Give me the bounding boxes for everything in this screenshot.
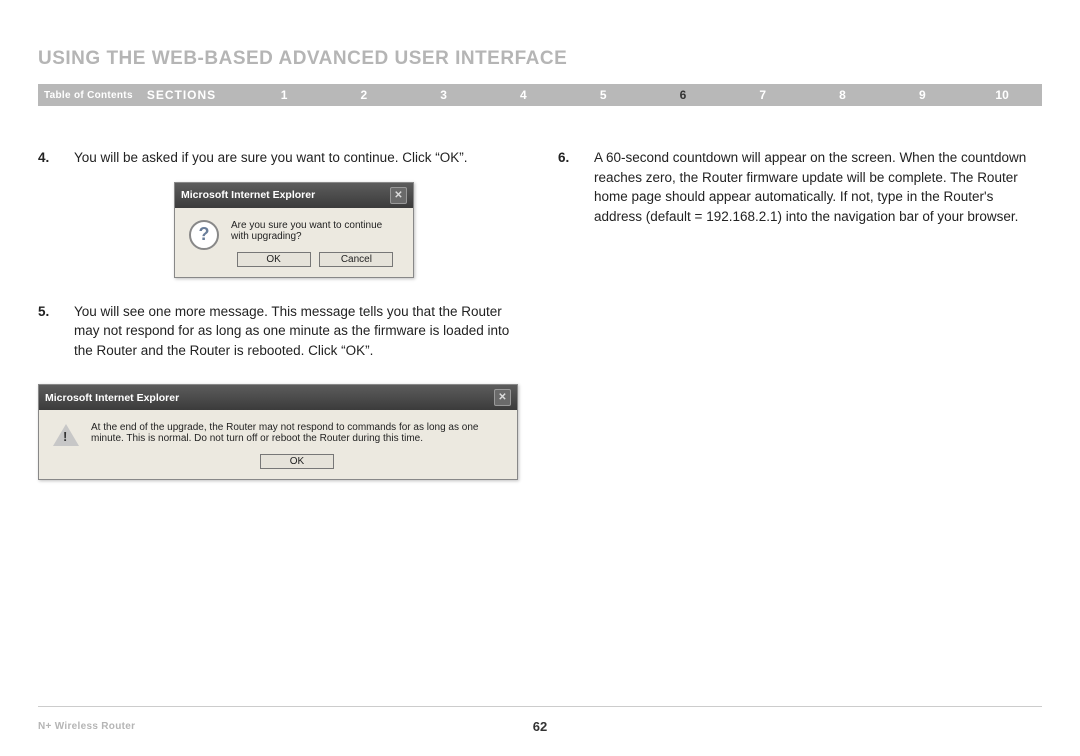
left-column: 4. You will be asked if you are sure you… (38, 148, 522, 480)
page-number: 62 (38, 719, 1042, 734)
step-5: 5. You will see one more message. This m… (38, 302, 522, 361)
dialog-confirm-upgrade: Microsoft Internet Explorer ✕ ? Are you … (174, 182, 414, 278)
step-text: You will see one more message. This mess… (74, 302, 522, 361)
dialog-title: Microsoft Internet Explorer (45, 392, 494, 404)
close-icon[interactable]: ✕ (390, 187, 407, 204)
cancel-button[interactable]: Cancel (319, 252, 393, 267)
warning-icon (53, 424, 79, 446)
ok-button[interactable]: OK (237, 252, 311, 267)
nav-sections-label: SECTIONS (147, 88, 244, 102)
nav-section-4[interactable]: 4 (484, 88, 564, 102)
nav-section-5[interactable]: 5 (563, 88, 643, 102)
step-6: 6. A 60-second countdown will appear on … (558, 148, 1042, 226)
ok-button[interactable]: OK (260, 454, 334, 469)
question-icon: ? (189, 220, 219, 250)
page-footer: N+ Wireless Router 62 (38, 706, 1042, 732)
step-number: 6. (558, 148, 594, 226)
nav-section-3[interactable]: 3 (404, 88, 484, 102)
dialog-message: At the end of the upgrade, the Router ma… (91, 422, 503, 444)
nav-section-6[interactable]: 6 (643, 88, 723, 102)
nav-section-2[interactable]: 2 (324, 88, 404, 102)
dialog-titlebar: Microsoft Internet Explorer ✕ (175, 183, 413, 208)
dialog-message: Are you sure you want to continue with u… (231, 220, 399, 242)
dialog-titlebar: Microsoft Internet Explorer ✕ (39, 385, 517, 410)
step-4: 4. You will be asked if you are sure you… (38, 148, 522, 168)
right-column: 6. A 60-second countdown will appear on … (558, 148, 1042, 480)
page-title: USING THE WEB-BASED ADVANCED USER INTERF… (38, 48, 1042, 70)
nav-section-7[interactable]: 7 (723, 88, 803, 102)
nav-section-10[interactable]: 10 (962, 88, 1042, 102)
step-text: A 60-second countdown will appear on the… (594, 148, 1042, 226)
nav-section-1[interactable]: 1 (244, 88, 324, 102)
nav-section-9[interactable]: 9 (882, 88, 962, 102)
dialog-upgrade-warning: Microsoft Internet Explorer ✕ At the end… (38, 384, 518, 480)
step-number: 5. (38, 302, 74, 361)
step-text: You will be asked if you are sure you wa… (74, 148, 522, 168)
step-number: 4. (38, 148, 74, 168)
nav-section-8[interactable]: 8 (803, 88, 883, 102)
section-nav: Table of Contents SECTIONS 1 2 3 4 5 6 7… (38, 84, 1042, 106)
close-icon[interactable]: ✕ (494, 389, 511, 406)
nav-toc[interactable]: Table of Contents (38, 90, 147, 101)
dialog-title: Microsoft Internet Explorer (181, 189, 390, 201)
